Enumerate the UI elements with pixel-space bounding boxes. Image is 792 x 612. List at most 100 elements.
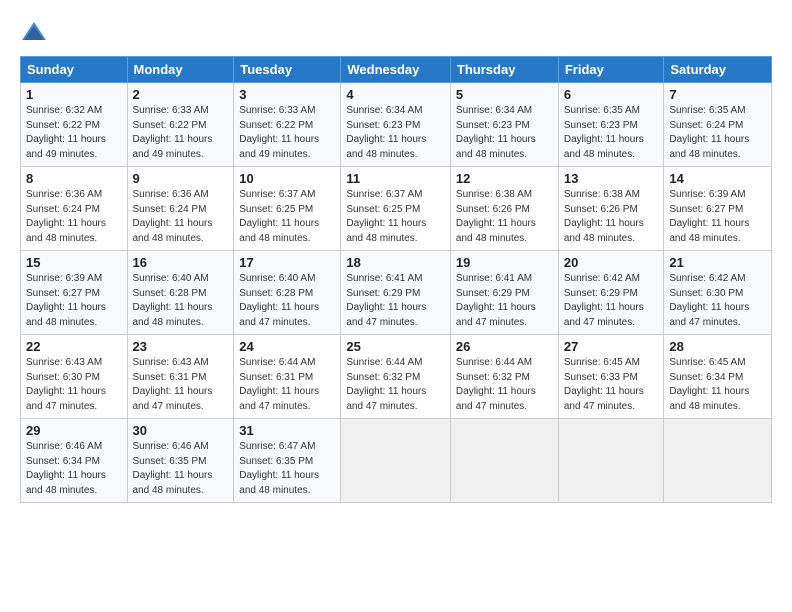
day-info: Sunrise: 6:43 AMSunset: 6:31 PMDaylight:… bbox=[133, 357, 213, 412]
day-number: 10 bbox=[239, 171, 335, 186]
calendar-cell: 27 Sunrise: 6:45 AMSunset: 6:33 PMDayligh… bbox=[558, 335, 664, 419]
day-info: Sunrise: 6:35 AMSunset: 6:23 PMDaylight:… bbox=[564, 105, 644, 160]
day-number: 13 bbox=[564, 171, 659, 186]
day-number: 9 bbox=[133, 171, 229, 186]
day-number: 25 bbox=[346, 339, 445, 354]
day-info: Sunrise: 6:40 AMSunset: 6:28 PMDaylight:… bbox=[239, 273, 319, 328]
calendar-week-3: 15 Sunrise: 6:39 AMSunset: 6:27 PMDayligh… bbox=[21, 251, 772, 335]
calendar-cell: 13 Sunrise: 6:38 AMSunset: 6:26 PMDayligh… bbox=[558, 167, 664, 251]
day-info: Sunrise: 6:35 AMSunset: 6:24 PMDaylight:… bbox=[669, 105, 749, 160]
calendar-cell: 22 Sunrise: 6:43 AMSunset: 6:30 PMDayligh… bbox=[21, 335, 128, 419]
logo bbox=[20, 18, 52, 46]
day-info: Sunrise: 6:47 AMSunset: 6:35 PMDaylight:… bbox=[239, 441, 319, 496]
calendar-cell: 5Sunrise: 6:34 AMSunset: 6:23 PMDaylight… bbox=[450, 83, 558, 167]
calendar-cell bbox=[558, 419, 664, 503]
calendar-cell: 8 Sunrise: 6:36 AMSunset: 6:24 PMDaylight… bbox=[21, 167, 128, 251]
calendar-cell: 16 Sunrise: 6:40 AMSunset: 6:28 PMDayligh… bbox=[127, 251, 234, 335]
day-number: 16 bbox=[133, 255, 229, 270]
day-number: 7 bbox=[669, 87, 766, 102]
header bbox=[20, 18, 772, 46]
page: SundayMondayTuesdayWednesdayThursdayFrid… bbox=[0, 0, 792, 612]
day-info: Sunrise: 6:45 AMSunset: 6:33 PMDaylight:… bbox=[564, 357, 644, 412]
day-number: 31 bbox=[239, 423, 335, 438]
calendar-cell: 29Sunrise: 6:46 AMSunset: 6:34 PMDayligh… bbox=[21, 419, 128, 503]
calendar-week-1: 1 Sunrise: 6:32 AMSunset: 6:22 PMDaylight… bbox=[21, 83, 772, 167]
day-number: 30 bbox=[133, 423, 229, 438]
day-info: Sunrise: 6:40 AMSunset: 6:28 PMDaylight:… bbox=[133, 273, 213, 328]
day-number: 8 bbox=[26, 171, 122, 186]
calendar-cell: 6Sunrise: 6:35 AMSunset: 6:23 PMDaylight… bbox=[558, 83, 664, 167]
day-number: 21 bbox=[669, 255, 766, 270]
calendar-cell: 18 Sunrise: 6:41 AMSunset: 6:29 PMDayligh… bbox=[341, 251, 451, 335]
calendar-week-5: 29Sunrise: 6:46 AMSunset: 6:34 PMDayligh… bbox=[21, 419, 772, 503]
day-info: Sunrise: 6:38 AMSunset: 6:26 PMDaylight:… bbox=[456, 189, 536, 244]
day-info: Sunrise: 6:36 AMSunset: 6:24 PMDaylight:… bbox=[26, 189, 106, 244]
day-number: 12 bbox=[456, 171, 553, 186]
calendar-cell: 12 Sunrise: 6:38 AMSunset: 6:26 PMDayligh… bbox=[450, 167, 558, 251]
day-number: 15 bbox=[26, 255, 122, 270]
day-number: 22 bbox=[26, 339, 122, 354]
day-info: Sunrise: 6:39 AMSunset: 6:27 PMDaylight:… bbox=[26, 273, 106, 328]
day-info: Sunrise: 6:39 AMSunset: 6:27 PMDaylight:… bbox=[669, 189, 749, 244]
calendar-cell: 7 Sunrise: 6:35 AMSunset: 6:24 PMDaylight… bbox=[664, 83, 772, 167]
calendar-cell: 30Sunrise: 6:46 AMSunset: 6:35 PMDayligh… bbox=[127, 419, 234, 503]
day-number: 11 bbox=[346, 171, 445, 186]
calendar-cell: 28 Sunrise: 6:45 AMSunset: 6:34 PMDayligh… bbox=[664, 335, 772, 419]
calendar-cell: 24 Sunrise: 6:44 AMSunset: 6:31 PMDayligh… bbox=[234, 335, 341, 419]
calendar-cell: 21 Sunrise: 6:42 AMSunset: 6:30 PMDayligh… bbox=[664, 251, 772, 335]
weekday-header-friday: Friday bbox=[558, 57, 664, 83]
day-info: Sunrise: 6:42 AMSunset: 6:29 PMDaylight:… bbox=[564, 273, 644, 328]
day-number: 2 bbox=[133, 87, 229, 102]
day-number: 27 bbox=[564, 339, 659, 354]
day-info: Sunrise: 6:34 AMSunset: 6:23 PMDaylight:… bbox=[346, 105, 426, 160]
calendar-cell: 26 Sunrise: 6:44 AMSunset: 6:32 PMDayligh… bbox=[450, 335, 558, 419]
day-info: Sunrise: 6:37 AMSunset: 6:25 PMDaylight:… bbox=[346, 189, 426, 244]
day-number: 26 bbox=[456, 339, 553, 354]
day-number: 23 bbox=[133, 339, 229, 354]
day-number: 29 bbox=[26, 423, 122, 438]
calendar-cell: 31 Sunrise: 6:47 AMSunset: 6:35 PMDayligh… bbox=[234, 419, 341, 503]
day-info: Sunrise: 6:32 AMSunset: 6:22 PMDaylight:… bbox=[26, 105, 106, 160]
day-number: 24 bbox=[239, 339, 335, 354]
day-info: Sunrise: 6:36 AMSunset: 6:24 PMDaylight:… bbox=[133, 189, 213, 244]
weekday-row: SundayMondayTuesdayWednesdayThursdayFrid… bbox=[21, 57, 772, 83]
day-info: Sunrise: 6:38 AMSunset: 6:26 PMDaylight:… bbox=[564, 189, 644, 244]
weekday-header-tuesday: Tuesday bbox=[234, 57, 341, 83]
logo-icon bbox=[20, 18, 48, 46]
calendar-cell bbox=[664, 419, 772, 503]
day-number: 20 bbox=[564, 255, 659, 270]
day-number: 19 bbox=[456, 255, 553, 270]
day-info: Sunrise: 6:41 AMSunset: 6:29 PMDaylight:… bbox=[456, 273, 536, 328]
calendar-body: 1 Sunrise: 6:32 AMSunset: 6:22 PMDaylight… bbox=[21, 83, 772, 503]
calendar-cell bbox=[450, 419, 558, 503]
calendar-table: SundayMondayTuesdayWednesdayThursdayFrid… bbox=[20, 56, 772, 503]
day-info: Sunrise: 6:42 AMSunset: 6:30 PMDaylight:… bbox=[669, 273, 749, 328]
calendar-cell: 20 Sunrise: 6:42 AMSunset: 6:29 PMDayligh… bbox=[558, 251, 664, 335]
calendar-cell: 19 Sunrise: 6:41 AMSunset: 6:29 PMDayligh… bbox=[450, 251, 558, 335]
weekday-header-thursday: Thursday bbox=[450, 57, 558, 83]
weekday-header-wednesday: Wednesday bbox=[341, 57, 451, 83]
calendar-cell: 9 Sunrise: 6:36 AMSunset: 6:24 PMDaylight… bbox=[127, 167, 234, 251]
weekday-header-saturday: Saturday bbox=[664, 57, 772, 83]
day-info: Sunrise: 6:44 AMSunset: 6:31 PMDaylight:… bbox=[239, 357, 319, 412]
calendar-cell: 1 Sunrise: 6:32 AMSunset: 6:22 PMDaylight… bbox=[21, 83, 128, 167]
day-number: 28 bbox=[669, 339, 766, 354]
day-number: 3 bbox=[239, 87, 335, 102]
day-info: Sunrise: 6:33 AMSunset: 6:22 PMDaylight:… bbox=[133, 105, 213, 160]
day-info: Sunrise: 6:33 AMSunset: 6:22 PMDaylight:… bbox=[239, 105, 319, 160]
calendar-cell: 14 Sunrise: 6:39 AMSunset: 6:27 PMDayligh… bbox=[664, 167, 772, 251]
day-number: 18 bbox=[346, 255, 445, 270]
day-number: 17 bbox=[239, 255, 335, 270]
day-number: 14 bbox=[669, 171, 766, 186]
day-info: Sunrise: 6:45 AMSunset: 6:34 PMDaylight:… bbox=[669, 357, 749, 412]
weekday-header-sunday: Sunday bbox=[21, 57, 128, 83]
day-info: Sunrise: 6:41 AMSunset: 6:29 PMDaylight:… bbox=[346, 273, 426, 328]
day-info: Sunrise: 6:37 AMSunset: 6:25 PMDaylight:… bbox=[239, 189, 319, 244]
day-info: Sunrise: 6:43 AMSunset: 6:30 PMDaylight:… bbox=[26, 357, 106, 412]
day-info: Sunrise: 6:44 AMSunset: 6:32 PMDaylight:… bbox=[456, 357, 536, 412]
calendar-cell: 17 Sunrise: 6:40 AMSunset: 6:28 PMDayligh… bbox=[234, 251, 341, 335]
calendar-cell: 25Sunrise: 6:44 AMSunset: 6:32 PMDayligh… bbox=[341, 335, 451, 419]
day-info: Sunrise: 6:34 AMSunset: 6:23 PMDaylight:… bbox=[456, 105, 536, 160]
calendar-cell: 2 Sunrise: 6:33 AMSunset: 6:22 PMDaylight… bbox=[127, 83, 234, 167]
day-number: 1 bbox=[26, 87, 122, 102]
